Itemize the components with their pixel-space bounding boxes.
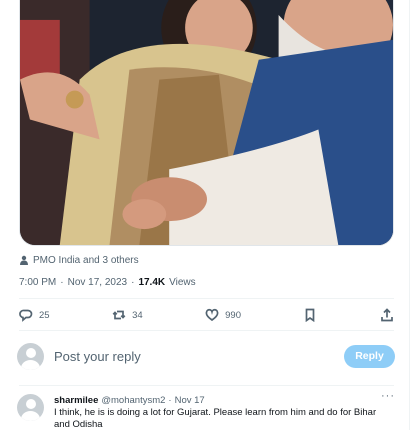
tagged-people[interactable]: PMO India and 3 others bbox=[19, 252, 139, 268]
reply-composer: Post your reply Reply bbox=[17, 337, 395, 375]
divider bbox=[19, 385, 394, 386]
share-action[interactable] bbox=[380, 308, 394, 322]
divider bbox=[409, 0, 410, 430]
divider bbox=[19, 330, 394, 331]
tagged-text: PMO India and 3 others bbox=[33, 254, 139, 266]
avatar[interactable] bbox=[17, 342, 44, 370]
reply-icon bbox=[19, 309, 33, 322]
comment-author[interactable]: sharmilee bbox=[54, 395, 98, 406]
comment-header: sharmilee @mohantysm2 · Nov 17 bbox=[54, 393, 395, 407]
more-icon[interactable]: ··· bbox=[381, 390, 395, 402]
views-count: 17.4K bbox=[138, 276, 166, 288]
divider bbox=[19, 298, 394, 299]
repost-action[interactable]: 34 bbox=[112, 308, 143, 322]
reply-button[interactable]: Reply bbox=[344, 344, 395, 368]
comment-date[interactable]: Nov 17 bbox=[175, 395, 205, 406]
views-label: Views bbox=[169, 276, 196, 288]
comment-item[interactable]: sharmilee @mohantysm2 · Nov 17 I think, … bbox=[17, 388, 395, 430]
reply-action[interactable]: 25 bbox=[19, 308, 50, 322]
heart-icon bbox=[205, 308, 219, 322]
comment-body: sharmilee @mohantysm2 · Nov 17 I think, … bbox=[54, 388, 395, 430]
bookmark-icon bbox=[306, 308, 315, 322]
repost-count: 34 bbox=[132, 309, 143, 321]
tweet-time[interactable]: 7:00 PM bbox=[19, 277, 56, 288]
tweet-actions: 25 34 990 bbox=[19, 300, 394, 330]
bookmark-action[interactable] bbox=[303, 308, 317, 322]
person-icon bbox=[20, 255, 28, 265]
tweet-meta: 7:00 PM · Nov 17, 2023 · 17.4K Views bbox=[19, 274, 196, 290]
meta-separator: · bbox=[60, 276, 64, 288]
share-icon bbox=[381, 308, 393, 322]
repost-icon bbox=[112, 310, 126, 320]
reply-input[interactable]: Post your reply bbox=[54, 349, 344, 364]
tweet-photo[interactable] bbox=[19, 0, 394, 246]
tweet-date[interactable]: Nov 17, 2023 bbox=[68, 277, 128, 288]
comment-text: I think, he is is doing a lot for Gujara… bbox=[54, 407, 377, 430]
comment-handle[interactable]: @mohantysm2 bbox=[101, 395, 165, 406]
reply-count: 25 bbox=[39, 309, 50, 321]
like-action[interactable]: 990 bbox=[205, 308, 241, 322]
meta-separator: · bbox=[168, 394, 172, 406]
avatar[interactable] bbox=[17, 394, 44, 421]
like-count: 990 bbox=[225, 309, 241, 321]
meta-separator: · bbox=[131, 276, 135, 288]
tweet-image bbox=[20, 0, 393, 245]
